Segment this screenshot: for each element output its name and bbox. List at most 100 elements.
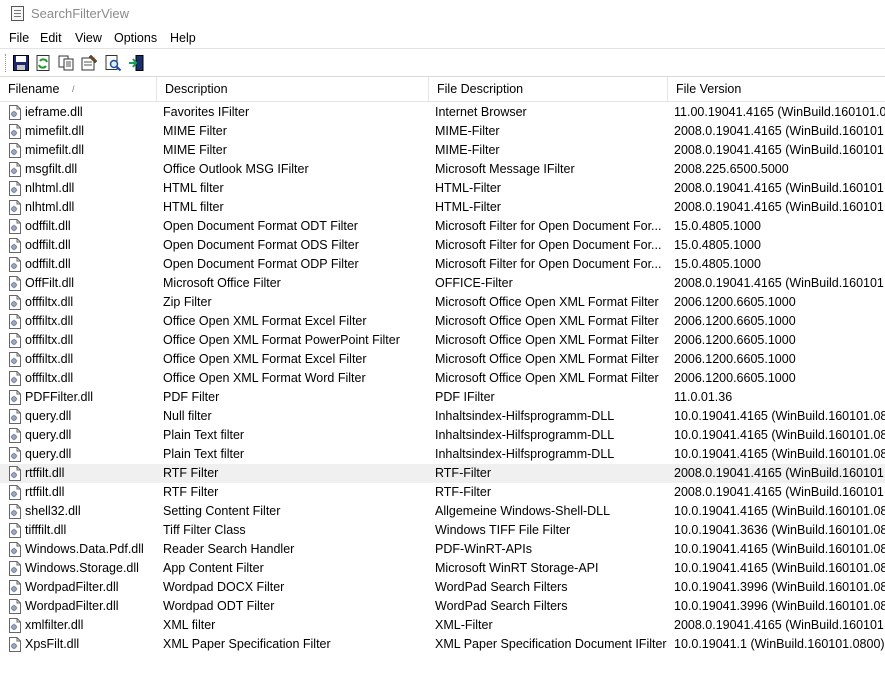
- cell-file-version: 2008.0.19041.4165 (WinBuild.160101.0800): [674, 124, 885, 138]
- cell-file-version: 2006.1200.6605.1000: [674, 314, 796, 328]
- cell-filename: odffilt.dll: [25, 219, 71, 233]
- toolbar: [0, 48, 885, 77]
- table-row[interactable]: tifffilt.dll Tiff Filter Class Windows TIF…: [0, 521, 885, 540]
- table-row[interactable]: Windows.Data.Pdf.dll Reader Search Handle…: [0, 540, 885, 559]
- column-header-file-description[interactable]: File Description: [429, 77, 668, 102]
- cell-file-version: 10.0.19041.4165 (WinBuild.160101.0800): [674, 447, 885, 461]
- column-header-file-version[interactable]: File Version: [668, 77, 885, 102]
- dll-file-icon: [9, 181, 21, 196]
- table-row[interactable]: offfiltx.dll Office Open XML Format Word …: [0, 369, 885, 388]
- cell-file-version: 10.0.19041.1 (WinBuild.160101.0800): [674, 637, 885, 651]
- column-header-filename[interactable]: Filename /: [0, 77, 157, 102]
- cell-description: Office Open XML Format PowerPoint Filter: [163, 333, 400, 347]
- table-row[interactable]: msgfilt.dll Office Outlook MSG IFilter Mic…: [0, 160, 885, 179]
- save-icon: [13, 55, 29, 71]
- table-row[interactable]: odffilt.dll Open Document Format ODT Filt…: [0, 217, 885, 236]
- properties-button[interactable]: [80, 54, 98, 72]
- dll-file-icon: [9, 352, 21, 367]
- table-row[interactable]: offfiltx.dll Zip Filter Microsoft Office O…: [0, 293, 885, 312]
- menu-edit[interactable]: Edit: [40, 31, 62, 45]
- cell-file-description: HTML-Filter: [435, 181, 501, 195]
- table-row[interactable]: shell32.dll Setting Content Filter Allgeme…: [0, 502, 885, 521]
- cell-file-description: Allgemeine Windows-Shell-DLL: [435, 504, 611, 518]
- table-row[interactable]: offfiltx.dll Office Open XML Format Power…: [0, 331, 885, 350]
- sort-ascending-icon: /: [72, 84, 75, 94]
- exit-button[interactable]: [127, 54, 145, 72]
- table-row[interactable]: odffilt.dll Open Document Format ODP Filt…: [0, 255, 885, 274]
- table-row[interactable]: nlhtml.dll HTML filter HTML-Filter 2008.0.1…: [0, 198, 885, 217]
- cell-file-description: RTF-Filter: [435, 485, 492, 499]
- table-row[interactable]: mimefilt.dll MIME Filter MIME-Filter 2008.0…: [0, 141, 885, 160]
- menu-help[interactable]: Help: [170, 31, 196, 45]
- table-row[interactable]: WordpadFilter.dll Wordpad DOCX Filter Word…: [0, 578, 885, 597]
- menu-file[interactable]: File: [9, 31, 29, 45]
- cell-filename: odffilt.dll: [25, 238, 71, 252]
- dll-file-icon: [9, 276, 21, 291]
- cell-filename: offfiltx.dll: [25, 352, 74, 366]
- dll-file-icon: [9, 238, 21, 253]
- copy-button[interactable]: [57, 54, 75, 72]
- table-row[interactable]: ieframe.dll Favorites IFilter Internet Bro…: [0, 103, 885, 122]
- cell-file-description: MIME-Filter: [435, 143, 500, 157]
- cell-description: Favorites IFilter: [163, 105, 250, 119]
- table-row[interactable]: query.dll Plain Text filter Inhaltsindex-H…: [0, 445, 885, 464]
- cell-file-description: Microsoft WinRT Storage-API: [435, 561, 599, 575]
- column-header-description[interactable]: Description: [157, 77, 429, 102]
- cell-file-description: Microsoft Office Open XML Format Filter: [435, 371, 659, 385]
- column-header-description-label: Description: [165, 82, 228, 96]
- table-row[interactable]: odffilt.dll Open Document Format ODS Filt…: [0, 236, 885, 255]
- table-row[interactable]: query.dll Plain Text filter Inhaltsindex-H…: [0, 426, 885, 445]
- cell-filename: offfiltx.dll: [25, 295, 74, 309]
- refresh-icon: [36, 55, 50, 71]
- dll-file-icon: [9, 561, 21, 576]
- cell-description: Office Open XML Format Word Filter: [163, 371, 366, 385]
- cell-file-version: 10.0.19041.4165 (WinBuild.160101.0800): [674, 504, 885, 518]
- table-row[interactable]: nlhtml.dll HTML filter HTML-Filter 2008.0.1…: [0, 179, 885, 198]
- table-row[interactable]: mimefilt.dll MIME Filter MIME-Filter 2008.0…: [0, 122, 885, 141]
- cell-file-version: 2006.1200.6605.1000: [674, 333, 796, 347]
- menu-view[interactable]: View: [75, 31, 102, 45]
- title-bar: SearchFilterView: [0, 0, 885, 29]
- cell-filename: WordpadFilter.dll: [25, 580, 119, 594]
- cell-description: XML filter: [163, 618, 216, 632]
- cell-description: RTF Filter: [163, 466, 219, 480]
- cell-description: Tiff Filter Class: [163, 523, 246, 537]
- list-header: Filename / Description File Description …: [0, 77, 885, 102]
- cell-file-version: 2006.1200.6605.1000: [674, 371, 796, 385]
- dll-file-icon: [9, 371, 21, 386]
- dll-file-icon: [9, 200, 21, 215]
- cell-file-version: 10.0.19041.3996 (WinBuild.160101.0800): [674, 580, 885, 594]
- table-row[interactable]: rtffilt.dll RTF Filter RTF-Filter 2008.0.19…: [0, 464, 885, 483]
- cell-file-description: Inhaltsindex-Hilfsprogramm-DLL: [435, 428, 615, 442]
- table-row[interactable]: XpsFilt.dll XML Paper Specification Filte…: [0, 635, 885, 654]
- cell-description: XML Paper Specification Filter: [163, 637, 331, 651]
- table-row[interactable]: offfiltx.dll Office Open XML Format Excel…: [0, 312, 885, 331]
- cell-filename: query.dll: [25, 409, 72, 423]
- table-row[interactable]: xmlfilter.dll XML filter XML-Filter 2008.0.…: [0, 616, 885, 635]
- cell-file-version: 2008.0.19041.4165 (WinBuild.160101.0800): [674, 200, 885, 214]
- dll-file-icon: [9, 523, 21, 538]
- cell-file-description: Microsoft Filter for Open Document For..…: [435, 219, 662, 233]
- table-row[interactable]: Windows.Storage.dll App Content Filter Mic…: [0, 559, 885, 578]
- save-button[interactable]: [12, 54, 30, 72]
- table-row[interactable]: offfiltx.dll Office Open XML Format Excel…: [0, 350, 885, 369]
- table-row[interactable]: query.dll Null filter Inhaltsindex-Hilfspr…: [0, 407, 885, 426]
- find-button[interactable]: [104, 54, 122, 72]
- cell-filename: PDFFilter.dll: [25, 390, 94, 404]
- toolbar-grip: [5, 54, 8, 72]
- table-row[interactable]: WordpadFilter.dll Wordpad ODT Filter WordP…: [0, 597, 885, 616]
- dll-file-icon: [9, 124, 21, 139]
- cell-file-version: 11.00.19041.4165 (WinBuild.160101.0800): [674, 105, 885, 119]
- menu-options[interactable]: Options: [114, 31, 157, 45]
- cell-file-description: XML-Filter: [435, 618, 493, 632]
- table-row[interactable]: PDFFilter.dll PDF Filter PDF IFilter 11.0.0…: [0, 388, 885, 407]
- table-row[interactable]: OffFilt.dll Microsoft Office Filter OFFICE…: [0, 274, 885, 293]
- refresh-button[interactable]: [34, 54, 52, 72]
- dll-file-icon: [9, 542, 21, 557]
- cell-file-version: 15.0.4805.1000: [674, 257, 761, 271]
- cell-file-version: 2008.0.19041.4165 (WinBuild.160101.0800): [674, 143, 885, 157]
- dll-file-icon: [9, 485, 21, 500]
- filter-list[interactable]: Filename / Description File Description …: [0, 77, 885, 691]
- cell-file-description: PDF-WinRT-APIs: [435, 542, 532, 556]
- table-row[interactable]: rtffilt.dll RTF Filter RTF-Filter 2008.0.19…: [0, 483, 885, 502]
